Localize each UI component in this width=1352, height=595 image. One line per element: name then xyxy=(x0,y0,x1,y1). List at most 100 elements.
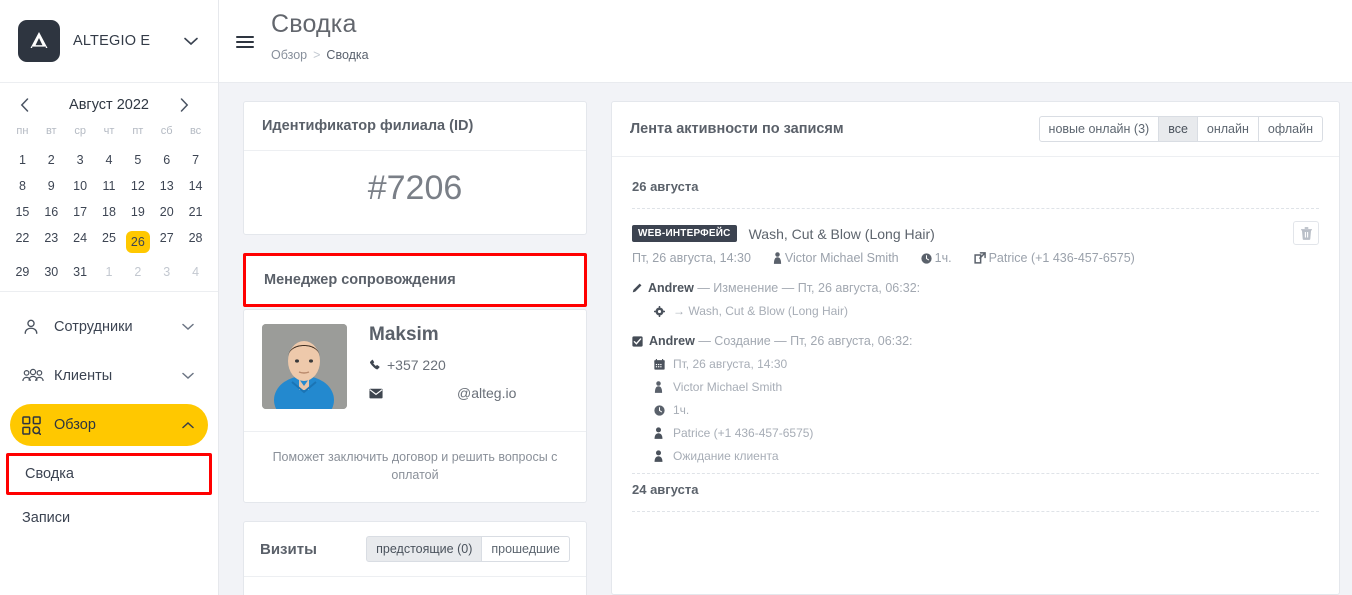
calendar-day[interactable]: 23 xyxy=(37,225,66,259)
calendar-day[interactable]: 14 xyxy=(181,173,210,199)
calendar-day[interactable]: 16 xyxy=(37,199,66,225)
entry-meta: Пт, 26 августа, 14:30 xyxy=(632,251,751,265)
entry-log: Andrew — Изменение — Пт, 26 августа, 06:… xyxy=(632,281,1319,318)
calendar-day[interactable]: 20 xyxy=(152,199,181,225)
visits-title: Визиты xyxy=(260,540,317,558)
calendar-day[interactable]: 12 xyxy=(123,173,152,199)
calendar-day[interactable]: 29 xyxy=(8,259,37,285)
sidebar: ALTEGIO E Август 2022 пн вт ср чт пт сб вс 123… xyxy=(0,0,219,595)
sidebar-item-0[interactable]: Сотрудники xyxy=(10,306,208,348)
calendar-day[interactable]: 4 xyxy=(95,147,124,173)
calendar-day[interactable]: 31 xyxy=(66,259,95,285)
calendar-day[interactable]: 9 xyxy=(37,173,66,199)
calendar-day[interactable]: 10 xyxy=(66,173,95,199)
log-author: Andrew xyxy=(648,281,694,295)
sidebar-item-1[interactable]: Клиенты xyxy=(10,355,208,397)
calendar-weekday: пт xyxy=(132,125,144,137)
manager-email: @alteg.io xyxy=(457,385,517,401)
calendar-day[interactable]: 26 xyxy=(123,225,152,259)
chevron-down-icon xyxy=(182,323,194,331)
calendar-day[interactable]: 3 xyxy=(66,147,95,173)
calendar-day[interactable]: 8 xyxy=(8,173,37,199)
manager-phone-row: +357 220 xyxy=(369,357,568,373)
calendar-day[interactable]: 21 xyxy=(181,199,210,225)
calendar-day[interactable]: 17 xyxy=(66,199,95,225)
calendar-day[interactable]: 27 xyxy=(152,225,181,259)
breadcrumb-parent[interactable]: Обзор xyxy=(271,48,307,62)
sidebar-subitem-0[interactable]: Сводка xyxy=(6,453,212,495)
manager-info: Maksim +357 220 @alteg.io xyxy=(347,324,568,413)
activity-title: Лента активности по записям xyxy=(630,121,844,137)
entry-log: Andrew — Создание — Пт, 26 августа, 06:3… xyxy=(632,334,1319,463)
trash-icon[interactable] xyxy=(1293,221,1319,245)
manager-card-title: Менеджер сопровождения xyxy=(264,272,456,288)
calendar-day[interactable]: 19 xyxy=(123,199,152,225)
branch-id-title: Идентификатор филиала (ID) xyxy=(244,102,586,151)
calendar-weekday: вс xyxy=(189,125,202,137)
log-line: Victor Michael Smith xyxy=(632,380,1319,394)
calendar-day[interactable]: 1 xyxy=(8,147,37,173)
log-line: 1ч. xyxy=(632,403,1319,417)
log-action: — Изменение — xyxy=(697,281,795,295)
visits-body xyxy=(244,576,586,595)
calendar-day[interactable]: 2 xyxy=(123,259,152,285)
calendar-day[interactable]: 28 xyxy=(181,225,210,259)
user-tie-icon xyxy=(773,252,782,264)
chevron-down-icon[interactable] xyxy=(184,37,202,46)
visits-tab-1[interactable]: прошедшие xyxy=(482,536,570,563)
envelope-icon xyxy=(369,388,387,399)
calendar-weekday-row: пн вт ср чт пт сб вс xyxy=(8,119,210,147)
calendar-weekday: ср xyxy=(74,125,86,137)
sidebar-item-label: Обзор xyxy=(54,417,96,433)
calendar-day[interactable]: 24 xyxy=(66,225,95,259)
user-tie-icon xyxy=(654,381,666,393)
activity-day-label: 26 августа xyxy=(632,179,699,194)
activity-filter-3[interactable]: офлайн xyxy=(1258,116,1323,142)
branch-id-value: #7206 xyxy=(367,169,463,207)
activity-filter-1[interactable]: все xyxy=(1159,116,1198,142)
log-line: Ожидание клиента xyxy=(632,449,1319,463)
calendar-weekday: чт xyxy=(103,125,115,137)
calendar-day[interactable]: 30 xyxy=(37,259,66,285)
breadcrumb-current: Сводка xyxy=(326,48,369,62)
user-icon xyxy=(654,450,666,462)
calendar-day[interactable]: 15 xyxy=(8,199,37,225)
calendar-day[interactable]: 22 xyxy=(8,225,37,259)
left-column: Идентификатор филиала (ID) #7206 Менедже… xyxy=(243,101,587,595)
calendar-day[interactable]: 18 xyxy=(95,199,124,225)
visits-tab-0[interactable]: предстоящие (0) xyxy=(366,536,483,563)
visits-tabs: предстоящие (0) прошедшие xyxy=(366,536,570,563)
calendar-day[interactable]: 5 xyxy=(123,147,152,173)
visits-card: Визиты предстоящие (0) прошедшие xyxy=(243,521,587,595)
mini-calendar: Август 2022 пн вт ср чт пт сб вс 1 2 3 4 5 6 7 8 9 10 11… xyxy=(0,83,218,292)
log-line: Пт, 26 августа, 14:30 xyxy=(632,357,1319,371)
source-badge: WEB-ИНТЕРФЕЙС xyxy=(632,225,737,242)
activity-filter-2[interactable]: онлайн xyxy=(1197,116,1259,142)
calendar-header: Август 2022 xyxy=(8,93,210,119)
brand-selector[interactable]: ALTEGIO E xyxy=(0,0,218,83)
calendar-next-icon[interactable] xyxy=(180,98,198,112)
sidebar-subitem-1[interactable]: Записи xyxy=(0,497,218,539)
manager-card: Менеджер сопровождения xyxy=(243,253,587,307)
entry-meta-row: Пт, 26 августа, 14:30 Victor Michael Smit… xyxy=(632,251,1319,265)
calendar-day[interactable]: 4 xyxy=(181,259,210,285)
visits-header: Визиты предстоящие (0) прошедшие xyxy=(244,522,586,576)
calendar-day[interactable]: 3 xyxy=(152,259,181,285)
sidebar-item-2[interactable]: Обзор xyxy=(10,404,208,446)
log-line: Patrice (+1 436-457-6575) xyxy=(632,426,1319,440)
calendar-day[interactable]: 1 xyxy=(95,259,124,285)
calendar-day-grid[interactable]: 1 2 3 4 5 6 7 8 9 10 11 12 13 14 15 16 17 18 19 20 21 22 23 24 2… xyxy=(8,147,210,285)
activity-filter-0[interactable]: новые онлайн (3) xyxy=(1038,116,1160,142)
calendar-weekday: пн xyxy=(16,125,29,137)
manager-phone: +357 220 xyxy=(387,357,446,373)
calendar-day[interactable]: 7 xyxy=(181,147,210,173)
calendar-day[interactable]: 13 xyxy=(152,173,181,199)
calendar-day[interactable]: 11 xyxy=(95,173,124,199)
calendar-day[interactable]: 6 xyxy=(152,147,181,173)
log-action: — Создание — xyxy=(698,334,787,348)
calendar-prev-icon[interactable] xyxy=(20,98,38,112)
calendar-day[interactable]: 2 xyxy=(37,147,66,173)
hamburger-menu-icon[interactable] xyxy=(219,0,271,83)
activity-day-label: 24 августа xyxy=(632,482,699,497)
calendar-day[interactable]: 25 xyxy=(95,225,124,259)
